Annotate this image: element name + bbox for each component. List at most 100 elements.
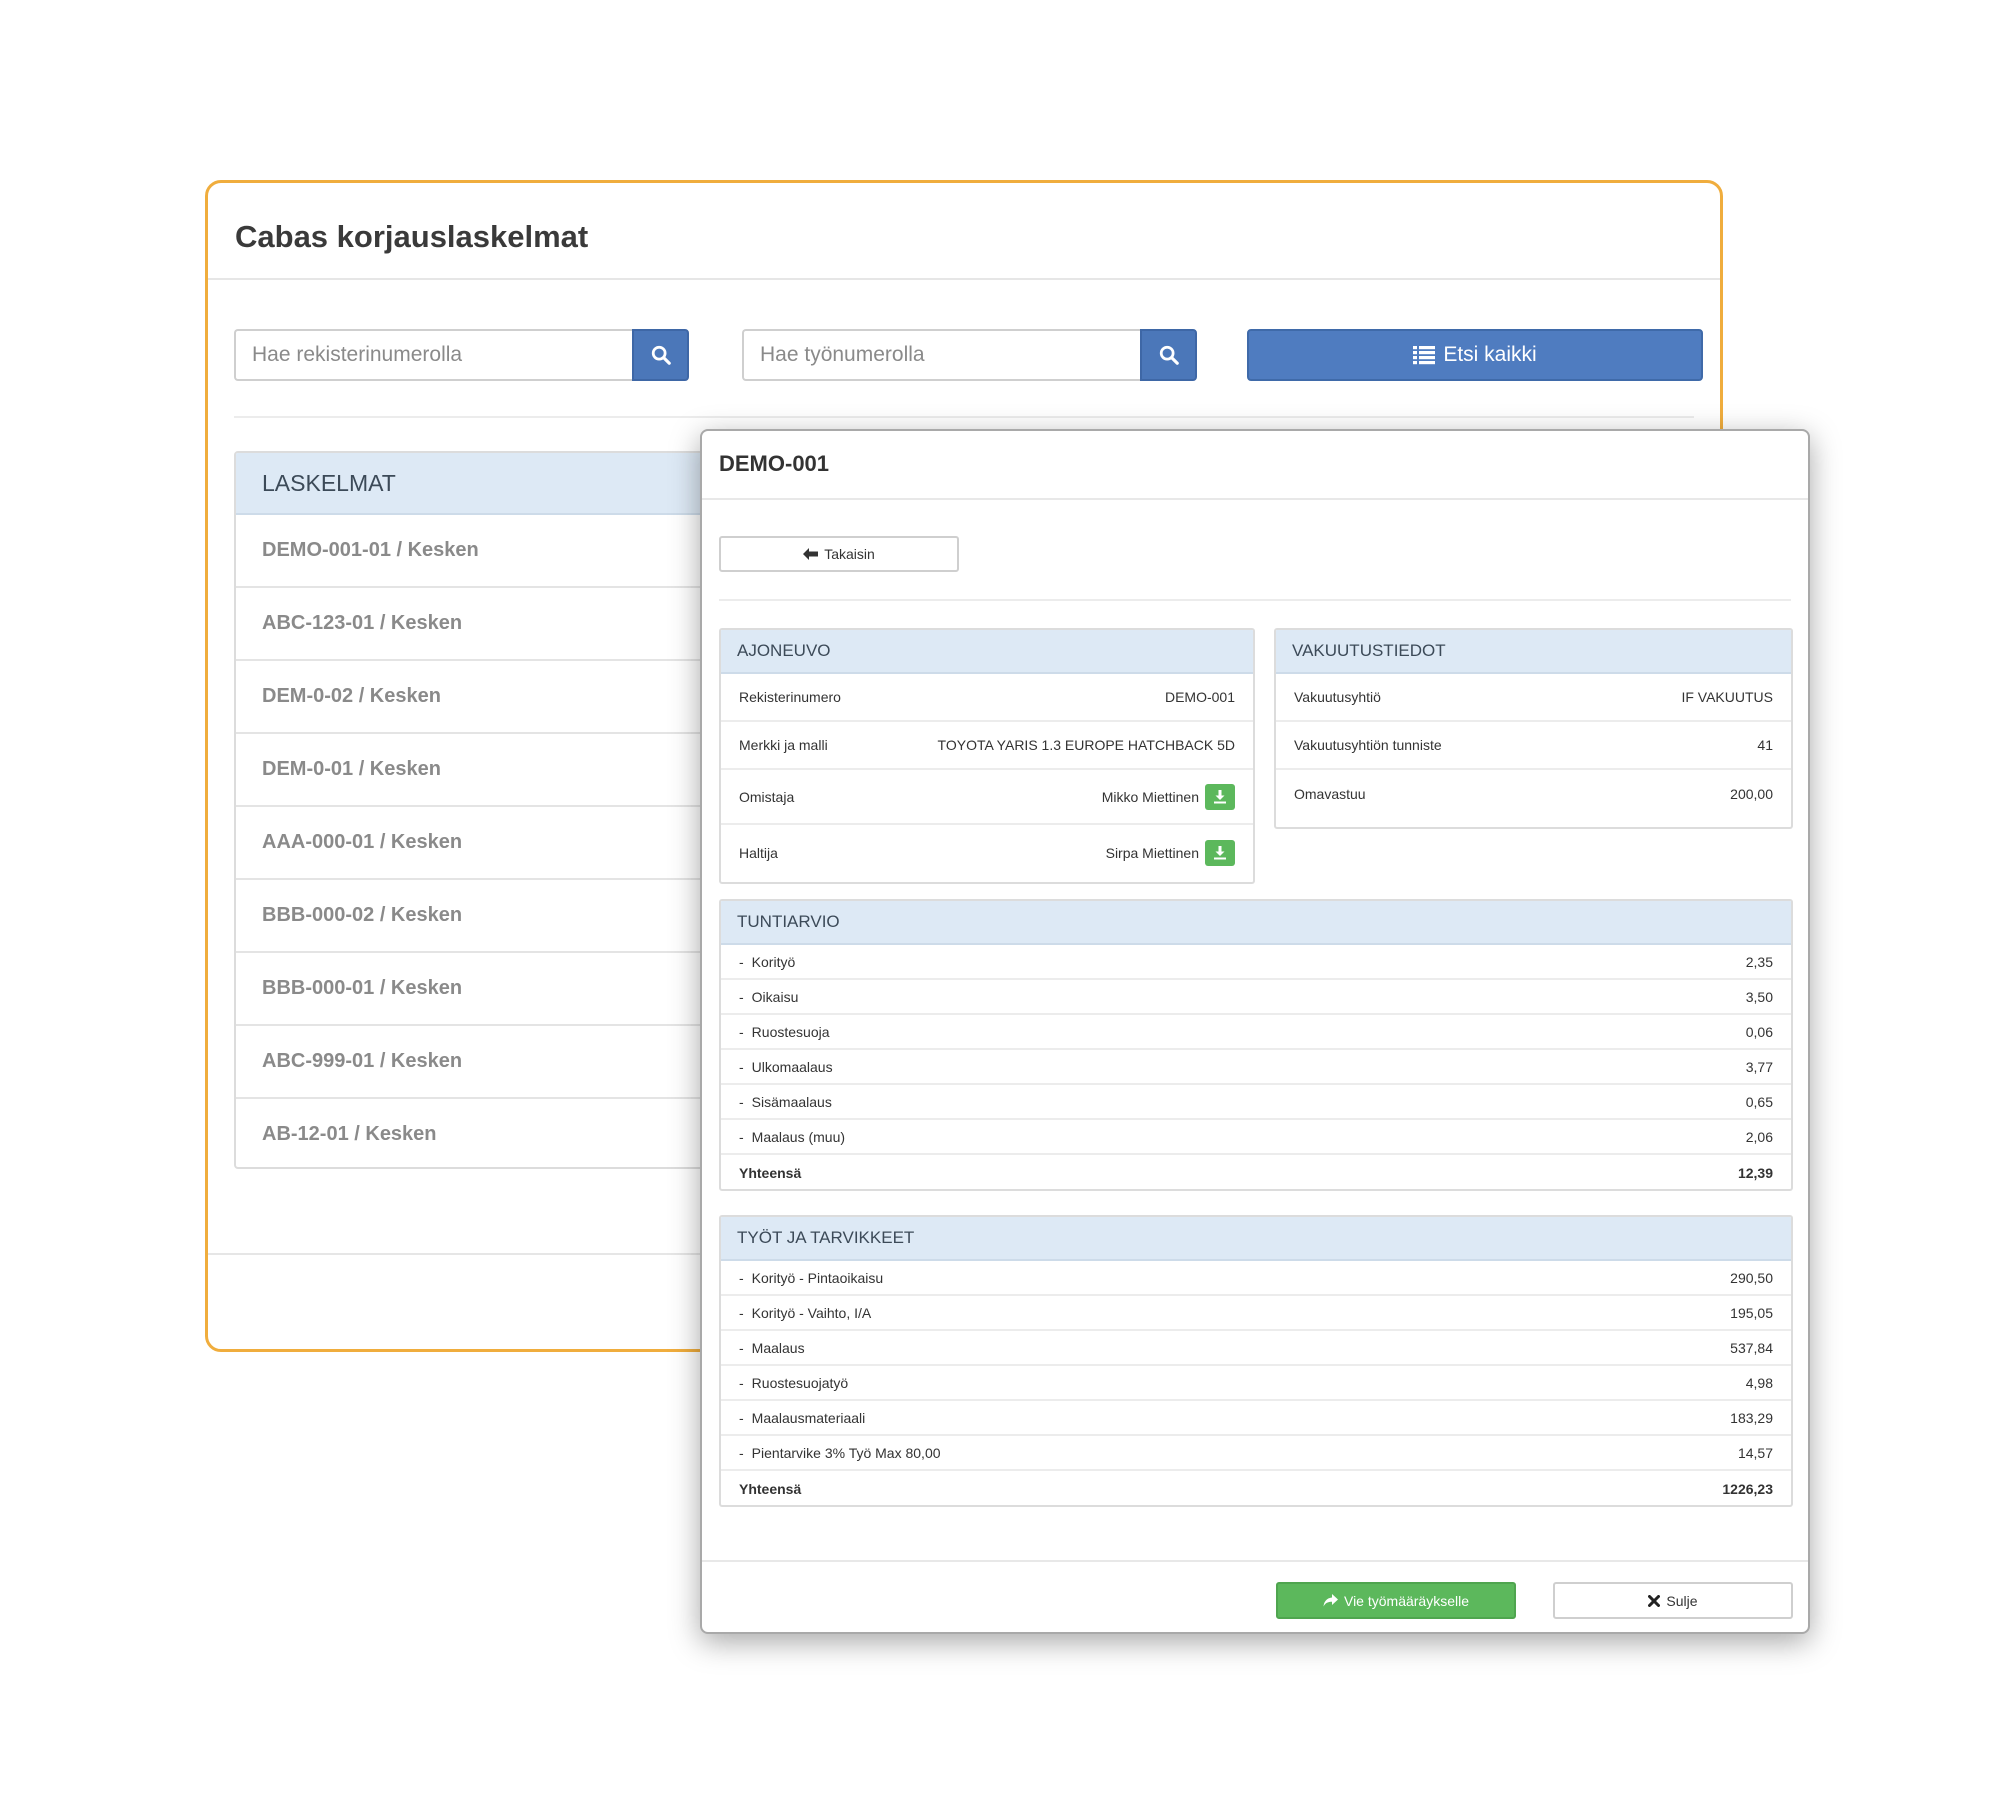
search-icon	[651, 345, 671, 365]
row-value: 537,84	[1730, 1339, 1773, 1356]
list-item[interactable]: AB-12-01 / Kesken	[236, 1099, 712, 1167]
row-label: Vakuutusyhtiö	[1294, 689, 1381, 705]
insurance-row-company-id: Vakuutusyhtiön tunniste 41	[1276, 722, 1791, 770]
row-value: 4,98	[1745, 1374, 1773, 1391]
row-value: 2,06	[1745, 1128, 1773, 1145]
hours-estimate-panel: TUNTIARVIO - Korityö 2,35 - Oikaisu 3,50 -…	[719, 899, 1793, 1191]
list-item[interactable]: BBB-000-02 / Kesken	[236, 880, 712, 953]
works-total-row: Yhteensä 1226,23	[721, 1471, 1791, 1505]
table-row: - Oikaisu 3,50	[721, 980, 1791, 1015]
table-row: - Pientarvike 3% Työ Max 80,00 14,57	[721, 1436, 1791, 1471]
row-label: Maalaus (muu)	[751, 1128, 846, 1145]
row-label: Sisämaalaus	[751, 1093, 832, 1110]
calculations-list-header: LASKELMAT	[236, 453, 712, 515]
works-supplies-panel: TYÖT JA TARVIKKEET - Korityö - Pintaoikai…	[719, 1215, 1793, 1507]
total-value: 12,39	[1737, 1165, 1773, 1181]
list-item[interactable]: AAA-000-01 / Kesken	[236, 807, 712, 880]
row-value: 3,50	[1745, 988, 1773, 1005]
search-divider	[234, 416, 1694, 418]
find-all-label: Etsi kaikki	[1443, 343, 1537, 366]
export-to-work-order-button[interactable]: Vie työmääräykselle	[1276, 1582, 1516, 1619]
row-value: Sirpa Miettinen	[1105, 844, 1199, 861]
row-value: TOYOTA YARIS 1.3 EUROPE HATCHBACK 5D	[937, 737, 1235, 753]
row-value: Mikko Miettinen	[1101, 788, 1199, 805]
download-icon	[1214, 789, 1226, 803]
row-value: IF VAKUUTUS	[1681, 689, 1773, 705]
table-row: - Ruostesuoja 0,06	[721, 1015, 1791, 1050]
insurance-row-company: Vakuutusyhtiö IF VAKUUTUS	[1276, 674, 1791, 722]
hours-estimate-header: TUNTIARVIO	[721, 901, 1791, 945]
row-label: Ruostesuoja	[751, 1023, 830, 1040]
row-label: Korityö - Pintaoikaisu	[751, 1269, 884, 1286]
search-worknumber-input[interactable]	[742, 329, 1140, 381]
close-icon	[1648, 1594, 1661, 1607]
insurance-panel: VAKUUTUSTIEDOT Vakuutusyhtiö IF VAKUUTUS…	[1274, 628, 1793, 829]
row-label: Rekisterinumero	[739, 689, 841, 705]
list-item[interactable]: DEM-0-02 / Kesken	[236, 661, 712, 734]
table-row: - Ulkomaalaus 3,77	[721, 1050, 1791, 1085]
table-row: - Ruostesuojatyö 4,98	[721, 1366, 1791, 1401]
vehicle-panel-header: AJONEUVO	[721, 630, 1253, 674]
list-item[interactable]: ABC-123-01 / Kesken	[236, 588, 712, 661]
vehicle-row-owner: Omistaja Mikko Miettinen	[721, 770, 1253, 825]
modal-footer-divider	[702, 1560, 1808, 1562]
search-registration-input[interactable]	[234, 329, 632, 381]
row-value: 3,77	[1745, 1058, 1773, 1075]
search-worknumber-group	[742, 329, 1197, 381]
total-label: Yhteensä	[739, 1165, 802, 1181]
row-value: 2,35	[1745, 953, 1773, 970]
close-button[interactable]: Sulje	[1553, 1582, 1793, 1619]
row-label: Ulkomaalaus	[751, 1058, 833, 1075]
holder-download-button[interactable]	[1205, 839, 1235, 866]
search-icon	[1159, 345, 1179, 365]
row-label: Maalausmateriaali	[751, 1409, 866, 1426]
table-row: - Sisämaalaus 0,65	[721, 1085, 1791, 1120]
search-registration-group	[234, 329, 689, 381]
insurance-row-deductible: Omavastuu 200,00	[1276, 770, 1791, 818]
back-divider	[719, 599, 1791, 601]
list-item[interactable]: DEMO-001-01 / Kesken	[236, 515, 712, 588]
page-title: Cabas korjauslaskelmat	[235, 219, 589, 254]
export-label: Vie työmääräykselle	[1343, 1592, 1470, 1609]
vehicle-panel: AJONEUVO Rekisterinumero DEMO-001 Merkki…	[719, 628, 1255, 884]
row-value: 41	[1757, 737, 1773, 753]
list-icon	[1413, 346, 1436, 365]
vehicle-row-holder: Haltija Sirpa Miettinen	[721, 825, 1253, 880]
row-value: DEMO-001	[1164, 689, 1235, 705]
row-label: Korityö - Vaihto, I/A	[751, 1304, 872, 1321]
search-registration-button[interactable]	[632, 329, 689, 381]
list-item[interactable]: DEM-0-01 / Kesken	[236, 734, 712, 807]
close-label: Sulje	[1666, 1592, 1698, 1609]
row-label: Ruostesuojatyö	[751, 1374, 849, 1391]
row-label: Omistaja	[739, 788, 795, 805]
row-value: 14,57	[1737, 1444, 1773, 1461]
row-label: Haltija	[739, 844, 778, 861]
works-supplies-header: TYÖT JA TARVIKKEET	[721, 1217, 1791, 1261]
table-row: - Korityö - Pintaoikaisu 290,50	[721, 1261, 1791, 1296]
vehicle-row-make-model: Merkki ja malli TOYOTA YARIS 1.3 EUROPE …	[721, 722, 1253, 770]
row-label: Korityö	[751, 953, 796, 970]
row-value: 0,06	[1745, 1023, 1773, 1040]
download-icon	[1214, 845, 1226, 859]
back-button[interactable]: Takaisin	[719, 536, 959, 572]
table-row: - Maalaus 537,84	[721, 1331, 1791, 1366]
vehicle-row-registration: Rekisterinumero DEMO-001	[721, 674, 1253, 722]
calculations-list: LASKELMAT DEMO-001-01 / Kesken ABC-123-0…	[234, 451, 714, 1169]
row-label: Omavastuu	[1294, 786, 1366, 802]
modal-title: DEMO-001	[719, 451, 830, 476]
hours-total-row: Yhteensä 12,39	[721, 1155, 1791, 1189]
row-label: Oikaisu	[751, 988, 799, 1005]
share-arrow-icon	[1323, 1594, 1338, 1607]
row-value: 0,65	[1745, 1093, 1773, 1110]
find-all-button[interactable]: Etsi kaikki	[1247, 329, 1703, 381]
search-worknumber-button[interactable]	[1140, 329, 1197, 381]
title-divider	[208, 278, 1720, 280]
row-value: 290,50	[1730, 1269, 1773, 1286]
owner-download-button[interactable]	[1205, 783, 1235, 810]
list-item[interactable]: ABC-999-01 / Kesken	[236, 1026, 712, 1099]
table-row: - Korityö - Vaihto, I/A 195,05	[721, 1296, 1791, 1331]
calculation-detail-modal: DEMO-001 Takaisin AJONEUVO Rekisterinume…	[700, 429, 1810, 1634]
list-item[interactable]: BBB-000-01 / Kesken	[236, 953, 712, 1026]
table-row: - Maalausmateriaali 183,29	[721, 1401, 1791, 1436]
back-label: Takaisin	[824, 546, 875, 562]
